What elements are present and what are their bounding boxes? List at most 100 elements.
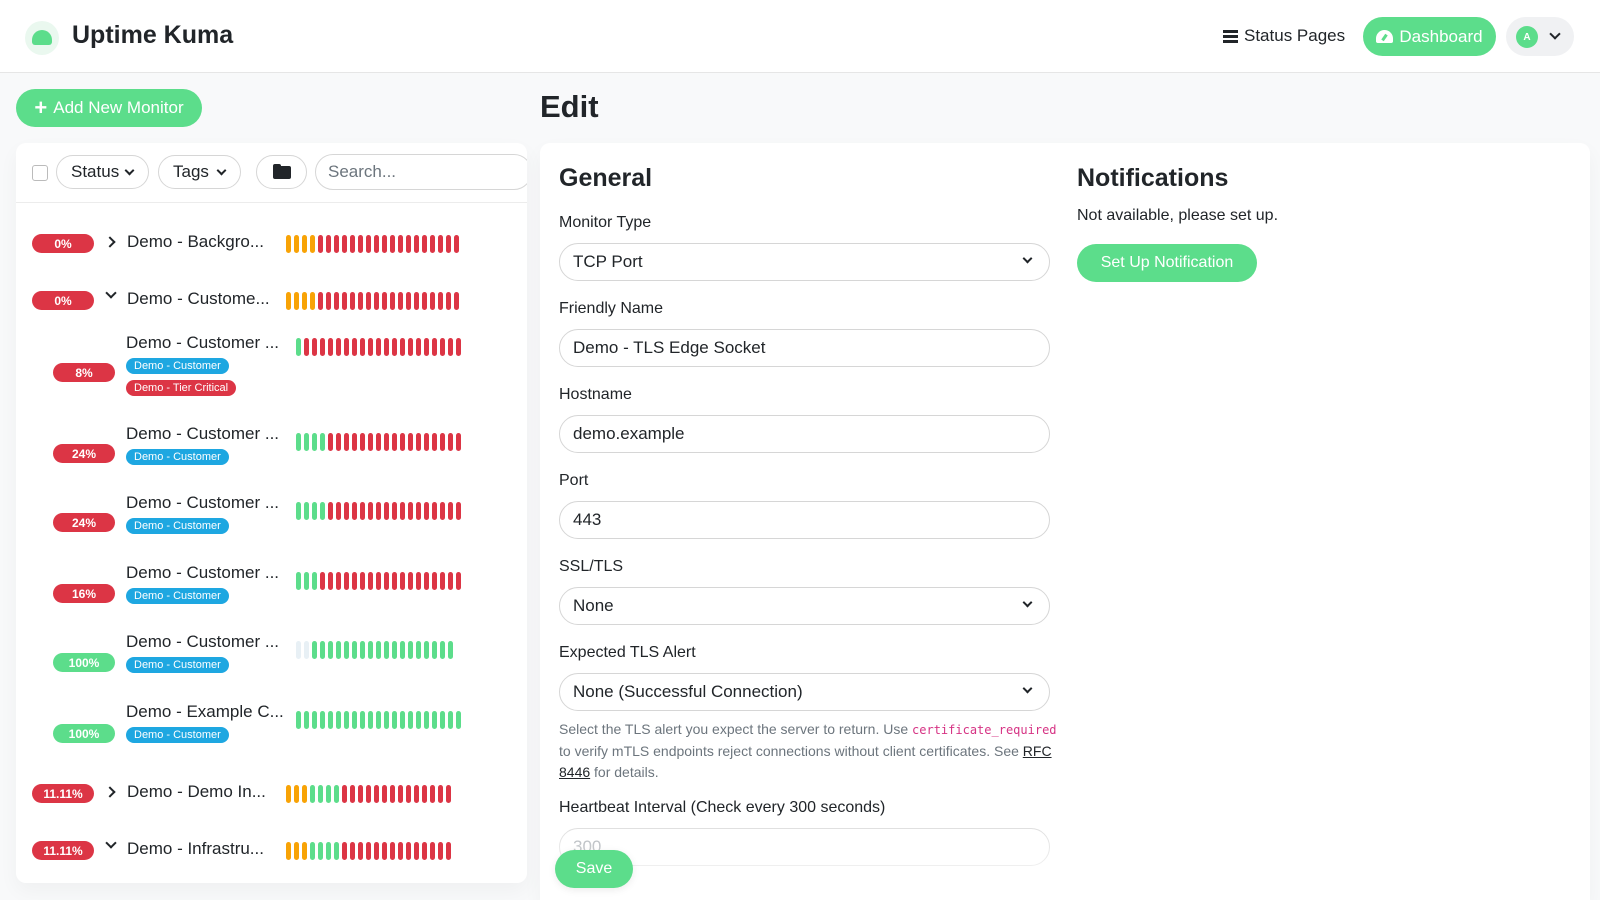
heartbeat-tick	[336, 433, 341, 451]
monitor-row[interactable]: 100% Demo - Example C... Demo - Customer	[16, 691, 527, 761]
heartbeat-tick	[374, 292, 379, 310]
heartbeat-tick	[414, 785, 419, 803]
heartbeat-tick	[294, 842, 299, 860]
uptime-badge: 100%	[53, 653, 115, 672]
monitor-name: Demo - Custome...	[127, 289, 270, 308]
folder-open-icon[interactable]	[256, 155, 307, 189]
tag-badge: Demo - Customer	[126, 727, 229, 743]
notifications-empty-text: Not available, please set up.	[1077, 207, 1279, 224]
heartbeat-tick	[366, 235, 371, 253]
heartbeat-tick	[336, 338, 341, 356]
heartbeat-tick	[446, 235, 451, 253]
heartbeat-tick	[424, 711, 429, 729]
monitor-type-select[interactable]: TCP Port	[559, 243, 1050, 281]
monitor-name: Demo - Customer ...	[126, 493, 280, 512]
heartbeat-tick	[310, 292, 315, 310]
heartbeat-tick	[320, 433, 325, 451]
heartbeat-tick	[448, 338, 453, 356]
heartbeat-tick	[440, 711, 445, 729]
port-value: 443	[573, 510, 602, 529]
monitor-row[interactable]: 24% Demo - Customer ... Demo - Customer	[16, 411, 527, 481]
heartbeat-tick	[382, 785, 387, 803]
heartbeat-tick	[336, 572, 341, 590]
heartbeat-tick	[456, 572, 461, 590]
uptime-badge: 8%	[53, 363, 115, 382]
heartbeat-tick	[352, 711, 357, 729]
heartbeat-tick	[400, 433, 405, 451]
monitor-row[interactable]: 16% Demo - Customer ... Demo - Customer	[16, 551, 527, 621]
ssl-tls-label: SSL/TLS	[559, 558, 624, 575]
heartbeat-tick	[408, 338, 413, 356]
chevron-right-icon[interactable]	[104, 786, 116, 798]
setup-notification-button[interactable]: Set Up Notification	[1077, 244, 1257, 282]
heartbeat-tick	[304, 502, 309, 520]
add-new-monitor-button[interactable]: + Add New Monitor	[16, 89, 202, 127]
expected-tls-alert-select[interactable]: None (Successful Connection)	[559, 673, 1050, 711]
monitor-group-row[interactable]: 0% Demo - Backgro...	[16, 208, 527, 265]
heartbeat-tick	[296, 641, 301, 659]
heartbeat-tick	[448, 641, 453, 659]
chevron-right-icon[interactable]	[104, 236, 116, 248]
hostname-input[interactable]: demo.example	[559, 415, 1050, 453]
heartbeat-tick	[400, 338, 405, 356]
heartbeat-tick	[374, 235, 379, 253]
heartbeat-tick	[416, 502, 421, 520]
heartbeat-tick	[350, 235, 355, 253]
heartbeat-tick	[382, 842, 387, 860]
heartbeat-tick	[374, 785, 379, 803]
monitor-row[interactable]: 8% Demo - Customer ... Demo - Customer D…	[16, 320, 527, 411]
brand-title[interactable]: Uptime Kuma	[72, 21, 233, 50]
uptime-kuma-logo-icon[interactable]	[25, 21, 59, 55]
heartbeat-tick	[382, 235, 387, 253]
monitor-group-row[interactable]: 11.11% Demo - Infrastru...	[16, 818, 527, 883]
port-input[interactable]: 443	[559, 501, 1050, 539]
monitor-name: Demo - Demo In...	[127, 782, 266, 801]
save-button[interactable]: Save	[555, 850, 633, 888]
profile-dropdown[interactable]: A	[1506, 17, 1574, 56]
heartbeat-tick	[286, 842, 291, 860]
heartbeat-bar	[296, 572, 461, 590]
heartbeat-bar	[296, 338, 461, 356]
monitor-name: Demo - Backgro...	[127, 232, 264, 251]
heartbeat-tick	[350, 842, 355, 860]
chevron-down-icon[interactable]	[105, 837, 117, 849]
status-filter-button[interactable]: Status	[56, 155, 149, 189]
heartbeat-tick	[368, 641, 373, 659]
heartbeat-tick	[318, 292, 323, 310]
status-pages-link[interactable]: Status Pages	[1223, 26, 1345, 46]
friendly-name-input[interactable]: Demo - TLS Edge Socket	[559, 329, 1050, 367]
search-input[interactable]	[315, 154, 527, 190]
edit-form-panel: General Monitor Type TCP Port Friendly N…	[540, 143, 1590, 900]
heartbeat-tick	[352, 641, 357, 659]
heartbeat-tick	[312, 433, 317, 451]
heartbeat-tick	[414, 292, 419, 310]
dashboard-button[interactable]: Dashboard	[1363, 17, 1496, 56]
monitor-group-row[interactable]: 11.11% Demo - Demo In...	[16, 761, 527, 818]
monitor-row[interactable]: 24% Demo - Customer ... Demo - Customer	[16, 481, 527, 551]
heartbeat-tick	[400, 572, 405, 590]
avatar: A	[1516, 26, 1538, 48]
heartbeat-tick	[342, 785, 347, 803]
heartbeat-tick	[454, 235, 459, 253]
heartbeat-tick	[296, 502, 301, 520]
uptime-badge: 24%	[53, 513, 115, 532]
heartbeat-tick	[350, 292, 355, 310]
heartbeat-tick	[296, 338, 301, 356]
heartbeat-tick	[392, 338, 397, 356]
heartbeat-tick	[414, 842, 419, 860]
heartbeat-tick	[320, 711, 325, 729]
monitor-group-row[interactable]: 0% Demo - Custome...	[16, 265, 527, 320]
heartbeat-tick	[384, 711, 389, 729]
heartbeat-tick	[302, 292, 307, 310]
help-text-part: for details.	[590, 764, 659, 780]
heartbeat-tick	[374, 842, 379, 860]
chevron-down-icon[interactable]	[105, 287, 117, 299]
heartbeat-tick	[390, 235, 395, 253]
heartbeat-tick	[304, 641, 309, 659]
heartbeat-tick	[384, 502, 389, 520]
monitor-row[interactable]: 100% Demo - Customer ... Demo - Customer	[16, 621, 527, 691]
tags-filter-button[interactable]: Tags	[158, 155, 241, 189]
heartbeat-tick	[366, 292, 371, 310]
ssl-tls-select[interactable]: None	[559, 587, 1050, 625]
select-all-checkbox[interactable]	[32, 165, 48, 181]
